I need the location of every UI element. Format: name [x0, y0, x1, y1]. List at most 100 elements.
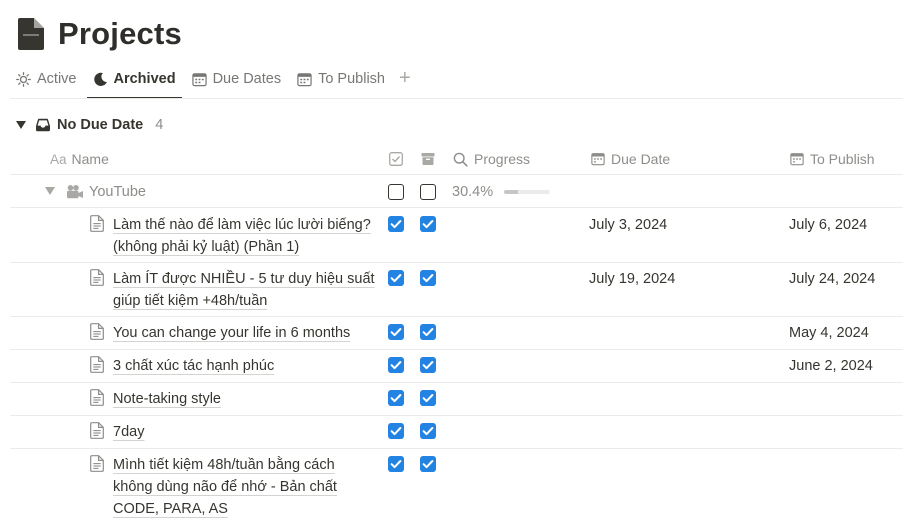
archived-checkbox[interactable] — [420, 324, 436, 340]
table-row[interactable]: Note-taking style — [0, 382, 903, 415]
group-count: 4 — [155, 117, 164, 133]
checkmark-icon — [390, 427, 402, 436]
row-name[interactable]: YouTube — [89, 181, 146, 203]
document-icon — [18, 18, 44, 50]
column-to-publish-label: To Publish — [810, 151, 875, 167]
tab-label: Active — [37, 71, 77, 87]
table-row[interactable]: 7day — [0, 415, 903, 448]
column-checkbox[interactable] — [389, 146, 403, 172]
tab-active[interactable]: Active — [10, 66, 83, 92]
name-cell[interactable]: Note-taking style — [90, 388, 375, 410]
checkmark-icon — [422, 274, 434, 283]
archived-checkbox[interactable] — [420, 456, 436, 472]
checkmark-icon — [390, 328, 402, 337]
archived-checkbox[interactable] — [420, 357, 436, 373]
archive-box-icon — [421, 153, 435, 165]
expand-subitems-toggle[interactable] — [45, 187, 55, 195]
due-date-value[interactable]: July 3, 2024 — [589, 214, 667, 236]
group-label: No Due Date — [57, 117, 144, 133]
checkmark-icon — [390, 361, 402, 370]
table-row[interactable]: Mình tiết kiệm 48h/tuần bằng cách không … — [0, 448, 903, 524]
calendar-icon — [191, 72, 207, 86]
checkbox-property-icon — [389, 152, 403, 166]
row-name[interactable]: Làm thế nào để làm việc lúc lười biếng? … — [113, 214, 375, 258]
page-icon — [90, 422, 104, 439]
checkbox[interactable] — [388, 216, 404, 232]
table-row[interactable]: 3 chất xúc tác hạnh phúc June 2, 2024 — [0, 349, 903, 382]
tab-to-publish[interactable]: To Publish — [291, 66, 391, 92]
row-name[interactable]: Note-taking style — [113, 388, 221, 410]
column-due-date[interactable]: Due Date — [591, 146, 670, 172]
table-header: Aa Name Progress Due Date To Publish — [0, 146, 903, 174]
page-title: Projects — [58, 16, 182, 51]
table-row-youtube[interactable]: YouTube 30.4% — [0, 177, 903, 207]
to-publish-value[interactable]: May 4, 2024 — [789, 322, 869, 344]
table-row[interactable]: Làm thế nào để làm việc lúc lười biếng? … — [0, 208, 903, 262]
column-to-publish[interactable]: To Publish — [790, 146, 875, 172]
row-name[interactable]: 7day — [113, 421, 144, 443]
add-view-button[interactable]: + — [393, 66, 417, 90]
column-progress[interactable]: Progress — [453, 146, 530, 172]
column-progress-label: Progress — [474, 151, 531, 167]
checkmark-icon — [422, 328, 434, 337]
checkmark-icon — [422, 460, 434, 469]
row-divider — [10, 174, 903, 175]
page-icon — [90, 389, 104, 406]
checkbox[interactable] — [388, 423, 404, 439]
calendar-icon — [591, 153, 605, 166]
column-archived[interactable] — [421, 146, 435, 172]
inbox-icon — [36, 118, 50, 132]
checkbox[interactable] — [388, 456, 404, 472]
row-name[interactable]: You can change your life in 6 months — [113, 322, 350, 344]
name-cell[interactable]: You can change your life in 6 months — [90, 322, 375, 344]
page-icon — [90, 215, 104, 232]
checkmark-icon — [390, 394, 402, 403]
page-icon — [90, 455, 104, 472]
archived-checkbox[interactable] — [420, 184, 436, 200]
row-name[interactable]: Mình tiết kiệm 48h/tuần bằng cách không … — [113, 454, 375, 520]
to-publish-value[interactable]: June 2, 2024 — [789, 355, 873, 377]
progress-bar-fill — [504, 190, 518, 194]
name-cell[interactable]: Làm thế nào để làm việc lúc lười biếng? … — [90, 214, 375, 258]
name-cell[interactable]: 7day — [90, 421, 375, 443]
page-icon — [90, 356, 104, 373]
checkbox[interactable] — [388, 184, 404, 200]
archived-checkbox[interactable] — [420, 423, 436, 439]
due-date-value[interactable]: July 19, 2024 — [589, 268, 675, 290]
group-header: No Due Date 4 — [16, 114, 163, 136]
video-camera-icon — [67, 185, 83, 199]
table-row[interactable]: You can change your life in 6 months May … — [0, 316, 903, 349]
collapse-group-toggle[interactable] — [16, 121, 26, 129]
to-publish-value[interactable]: July 24, 2024 — [789, 268, 875, 290]
tab-archived[interactable]: Archived — [86, 66, 182, 99]
archived-checkbox[interactable] — [420, 270, 436, 286]
page-icon — [90, 269, 104, 286]
row-name[interactable]: 3 chất xúc tác hạnh phúc — [113, 355, 274, 377]
page-icon — [90, 323, 104, 340]
column-name[interactable]: Aa Name — [50, 146, 109, 172]
checkbox[interactable] — [388, 390, 404, 406]
column-name-label: Name — [71, 151, 109, 167]
checkbox[interactable] — [388, 357, 404, 373]
tab-due-dates[interactable]: Due Dates — [186, 66, 288, 92]
name-cell[interactable]: Mình tiết kiệm 48h/tuần bằng cách không … — [90, 454, 375, 520]
archived-checkbox[interactable] — [420, 216, 436, 232]
table-row[interactable]: Làm ÍT được NHIỀU - 5 tư duy hiệu suất g… — [0, 262, 903, 316]
to-publish-value[interactable]: July 6, 2024 — [789, 214, 867, 236]
archived-checkbox[interactable] — [420, 390, 436, 406]
row-name[interactable]: Làm ÍT được NHIỀU - 5 tư duy hiệu suất g… — [113, 268, 375, 312]
checkbox[interactable] — [388, 324, 404, 340]
calendar-icon — [790, 153, 804, 166]
tab-label: To Publish — [318, 71, 385, 87]
checkmark-icon — [390, 460, 402, 469]
sun-icon — [16, 71, 31, 87]
checkmark-icon — [390, 220, 402, 229]
checkmark-icon — [422, 427, 434, 436]
checkmark-icon — [422, 394, 434, 403]
column-due-date-label: Due Date — [611, 151, 671, 167]
checkmark-icon — [422, 220, 434, 229]
checkbox[interactable] — [388, 270, 404, 286]
name-cell[interactable]: Làm ÍT được NHIỀU - 5 tư duy hiệu suất g… — [90, 268, 375, 312]
view-tabs: Active Archived Due Dates To Publish + — [10, 66, 417, 99]
name-cell[interactable]: 3 chất xúc tác hạnh phúc — [90, 355, 375, 377]
